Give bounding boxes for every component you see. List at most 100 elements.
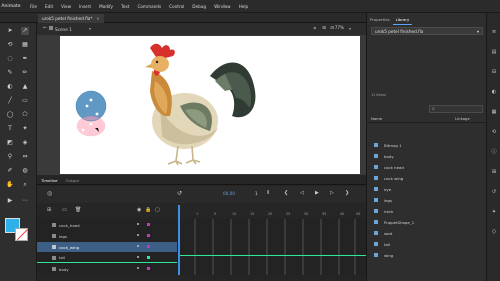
width-tool-icon[interactable]: ⇔ <box>21 153 29 161</box>
app-name[interactable]: Animate <box>0 0 22 13</box>
zoom-level[interactable]: 77% <box>335 25 344 30</box>
back-arrow-icon[interactable]: ← <box>43 25 47 31</box>
assets-icon[interactable]: ✦ <box>491 209 497 215</box>
delete-layer-icon[interactable]: 🗑 <box>75 207 81 213</box>
menu-help[interactable]: Help <box>235 4 253 9</box>
frame-picker-icon[interactable]: ⦀ <box>267 190 269 196</box>
line-tool-icon[interactable]: ╱ <box>6 97 14 105</box>
pencil-tool-icon[interactable]: ✏ <box>21 69 29 77</box>
layer-color[interactable] <box>147 245 150 248</box>
library-item[interactable]: cock wing <box>367 173 487 184</box>
eyedropper-tool-icon[interactable]: ✐ <box>6 167 14 175</box>
step-forward-icon[interactable]: ▷ <box>330 190 334 196</box>
layer-color[interactable] <box>147 256 150 259</box>
new-folder-icon[interactable]: ▭ <box>62 207 67 213</box>
menu-commands[interactable]: Commands <box>133 4 165 9</box>
fps-value[interactable]: 1 <box>255 191 258 196</box>
new-layer-icon[interactable]: ⊞ <box>47 207 51 213</box>
align-icon[interactable]: ⊟ <box>491 69 497 75</box>
frames-grid[interactable] <box>178 219 366 275</box>
library-item[interactable]: eye <box>367 184 487 195</box>
layer-depth-icon[interactable]: ◎ <box>47 190 52 197</box>
playhead[interactable] <box>178 205 180 275</box>
selection-tool-icon[interactable]: ➤ <box>6 27 14 35</box>
layer-row[interactable]: cock_haed <box>37 220 177 230</box>
library-item[interactable]: tail <box>367 239 487 250</box>
fluid-brush-icon[interactable]: ◐ <box>6 83 14 91</box>
stage-canvas[interactable] <box>60 36 360 174</box>
visibility-dot[interactable] <box>137 256 139 258</box>
free-transform-tool-icon[interactable]: ⟲ <box>6 41 14 49</box>
subselection-tool-icon[interactable]: ↗ <box>21 27 29 35</box>
layer-name[interactable]: cock_wing <box>59 245 79 250</box>
library-item[interactable]: cock head <box>367 162 487 173</box>
tab-library[interactable]: Library <box>392 16 413 25</box>
components-icon[interactable]: ⊞ <box>491 169 497 175</box>
ink-bottle-icon[interactable]: ◍ <box>21 167 29 175</box>
loop-icon[interactable]: ↺ <box>177 190 182 197</box>
menu-edit[interactable]: Edit <box>41 4 57 9</box>
layer-row[interactable]: tail <box>37 253 177 263</box>
column-name[interactable]: Name <box>371 116 382 121</box>
step-back-icon[interactable]: ◁ <box>300 190 304 196</box>
layer-row[interactable]: body <box>37 264 177 274</box>
color-icon[interactable]: ◐ <box>491 89 497 95</box>
lock-all-icon[interactable]: 🔒 <box>145 207 151 213</box>
eraser-tool-icon[interactable]: ◩ <box>6 139 14 147</box>
info-icon[interactable]: ⓘ <box>491 149 497 155</box>
layer-name[interactable]: body <box>59 267 69 272</box>
prev-keyframe-icon[interactable]: ❮ <box>284 190 288 196</box>
scene-chevron-icon[interactable]: ▾ <box>89 26 91 31</box>
bone-tool-icon[interactable]: ⚲ <box>6 153 14 161</box>
next-keyframe-icon[interactable]: ❯ <box>345 190 349 196</box>
visibility-dot[interactable] <box>137 245 139 247</box>
library-item[interactable]: wing <box>367 250 487 261</box>
menu-insert[interactable]: Insert <box>75 4 95 9</box>
scene-label[interactable]: Scene 1 <box>55 27 72 32</box>
edit-symbols-icon[interactable]: ⌗ <box>313 26 316 32</box>
layer-row-selected[interactable]: cock_wing <box>37 242 177 252</box>
paint-brush-icon[interactable]: ▲ <box>21 83 29 91</box>
menu-text[interactable]: Text <box>117 4 133 9</box>
history-icon[interactable]: ↺ <box>491 189 497 195</box>
library-item[interactable]: body <box>367 151 487 162</box>
paint-bucket-icon[interactable]: ◈ <box>21 139 29 147</box>
menu-modify[interactable]: Modify <box>95 4 117 9</box>
document-tab[interactable]: urok5 petel finished.fla* × <box>38 14 104 23</box>
hand-tool-icon[interactable]: ✋ <box>6 181 14 189</box>
rectangle-tool-icon[interactable]: ▭ <box>21 97 29 105</box>
library-search-input[interactable]: ⌕ <box>429 105 483 113</box>
layer-name[interactable]: tail <box>59 255 65 260</box>
layer-name[interactable]: cock_haed <box>59 223 80 228</box>
swatches-icon[interactable]: ▦ <box>491 109 497 115</box>
library-item[interactable]: PuppetShape_1 <box>367 217 487 228</box>
visibility-dot[interactable] <box>137 234 139 236</box>
current-frame[interactable]: 00,00 <box>223 191 235 196</box>
menu-file[interactable]: File <box>26 4 41 9</box>
library-item[interactable]: neck <box>367 206 487 217</box>
layer-name[interactable]: legs <box>59 234 67 239</box>
code-icon[interactable]: ⟨⟩ <box>491 229 497 235</box>
transform-icon[interactable]: ⟲ <box>491 129 497 135</box>
camera-tool-icon[interactable]: ▶ <box>6 197 14 205</box>
pen-tool-icon[interactable]: ✒ <box>21 55 29 63</box>
oval-tool-icon[interactable]: ◯ <box>6 111 14 119</box>
play-icon[interactable]: ▶ <box>315 190 319 196</box>
layer-row[interactable]: legs <box>37 231 177 241</box>
clip-icon[interactable]: ⊟ <box>330 26 334 31</box>
brush-tool-icon[interactable]: ✎ <box>6 69 14 77</box>
asset-warp-tool-icon[interactable]: ✦ <box>21 125 29 133</box>
outline-all-icon[interactable]: ▢ <box>155 207 160 213</box>
visibility-dot[interactable] <box>137 267 139 269</box>
gradient-tool-icon[interactable]: ▦ <box>21 41 29 49</box>
zoom-tool-icon[interactable]: ⌕ <box>21 181 29 189</box>
tab-timeline[interactable]: Timeline <box>37 178 62 183</box>
menu-view[interactable]: View <box>57 4 75 9</box>
column-linkage[interactable]: Linkage <box>455 116 470 121</box>
library-item[interactable]: legs <box>367 195 487 206</box>
menu-debug[interactable]: Debug <box>188 4 210 9</box>
menu-window[interactable]: Window <box>210 4 235 9</box>
lasso-tool-icon[interactable]: ◌ <box>6 55 14 63</box>
layer-color[interactable] <box>147 223 150 226</box>
menu-control[interactable]: Control <box>165 4 188 9</box>
